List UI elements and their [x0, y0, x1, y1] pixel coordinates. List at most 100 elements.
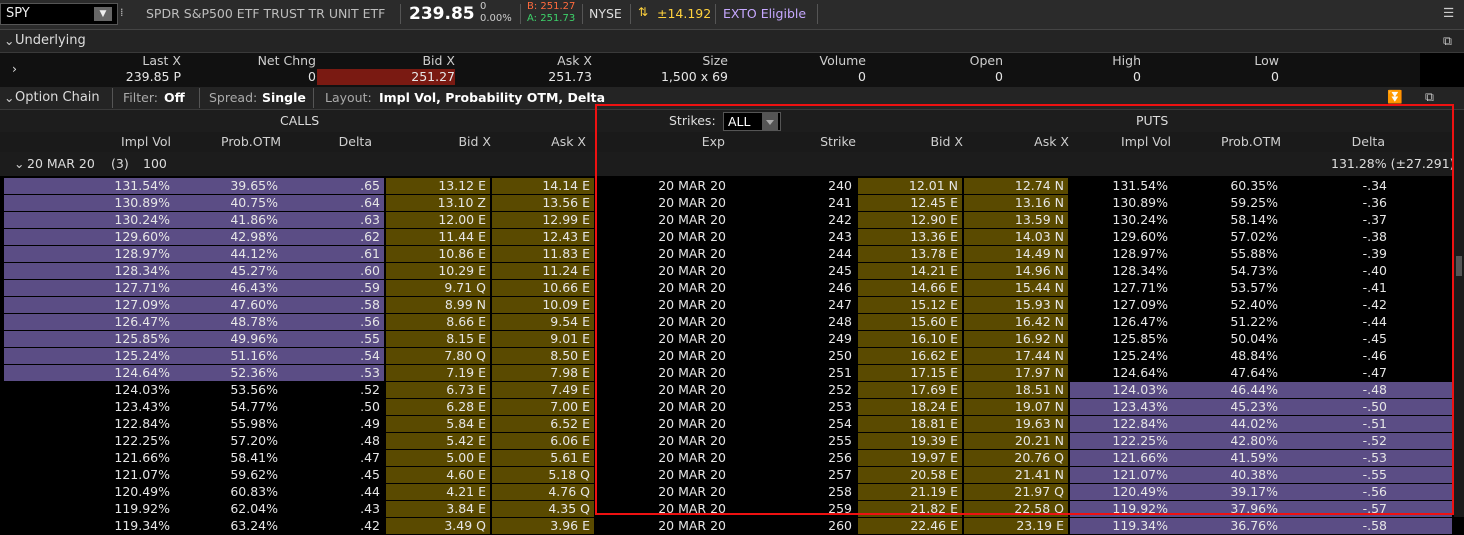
- underlying-value-8: 0: [1271, 69, 1279, 84]
- calls-col-header-3[interactable]: Bid X: [381, 134, 491, 149]
- cell-cask[interactable]: 9.01 E: [492, 331, 594, 347]
- cell-cask[interactable]: 7.00 E: [492, 399, 594, 415]
- cell-pbid[interactable]: 22.46 E: [858, 518, 962, 534]
- cell-cask[interactable]: 10.09 E: [492, 297, 594, 313]
- cell-civ: 130.89%: [4, 195, 174, 211]
- cell-cask[interactable]: 6.06 E: [492, 433, 594, 449]
- cell-cask[interactable]: 12.99 E: [492, 212, 594, 228]
- filter-label: Filter:: [123, 90, 158, 105]
- cell-cotm: 55.98%: [230, 416, 278, 431]
- link-icon[interactable]: ⁞: [120, 6, 124, 19]
- cell-cask[interactable]: 13.56 E: [492, 195, 594, 211]
- cell-cbid[interactable]: 6.73 E: [386, 382, 490, 398]
- symbol-input[interactable]: SPY ▼: [0, 3, 118, 25]
- cell-cbid[interactable]: 3.49 Q: [386, 518, 490, 534]
- cell-pdelta: -.58: [1282, 518, 1452, 534]
- cell-cbid[interactable]: 7.19 E: [386, 365, 490, 381]
- cell-cbid[interactable]: 4.21 E: [386, 484, 490, 500]
- collapse-chevron-icon[interactable]: ⌄: [4, 90, 14, 105]
- expand-chevron-icon[interactable]: ⌄: [14, 156, 24, 171]
- spread-value[interactable]: Single: [262, 90, 306, 105]
- symbol-dropdown-button[interactable]: ▼: [94, 7, 112, 21]
- cell-cdelta: .61: [282, 246, 384, 262]
- layout-value[interactable]: Impl Vol, Probability OTM, Delta: [379, 90, 605, 105]
- cell-cotm: 46.43%: [174, 280, 282, 296]
- cell-cask[interactable]: 4.35 Q: [492, 501, 594, 517]
- underlying-value-6: 0: [995, 69, 1003, 84]
- underlying-header-4: Size: [702, 53, 728, 68]
- cell-cbid[interactable]: 8.66 E: [386, 314, 490, 330]
- cell-cbid[interactable]: 5.42 E: [386, 433, 490, 449]
- cell-cbid[interactable]: 10.29 E: [386, 263, 490, 279]
- cell-civ: 119.34%: [114, 518, 170, 533]
- cell-cbid[interactable]: 3.84 E: [386, 501, 490, 517]
- filter-value[interactable]: Off: [164, 90, 185, 105]
- cell-cask[interactable]: 12.43 E: [492, 229, 594, 245]
- cell-pask[interactable]: 23.19 E: [964, 518, 1068, 534]
- cell-cask[interactable]: 7.98 E: [492, 365, 594, 381]
- calls-col-header-4[interactable]: Ask X: [476, 134, 586, 149]
- expand-chevron-icon[interactable]: ›: [12, 61, 17, 76]
- cell-cbid[interactable]: 8.15 E: [386, 331, 490, 347]
- option-row[interactable]: 119.34% 63.24% .42 3.49 Q 3.96 E 20 MAR 20 260…: [0, 518, 1452, 535]
- cell-cask[interactable]: 11.24 E: [492, 263, 594, 279]
- cell-cdelta: .54: [282, 348, 384, 364]
- bid-price: B: 251.27: [527, 1, 576, 12]
- underlying-section-header[interactable]: ⌄ Underlying ⧉: [0, 30, 1464, 53]
- cell-cbid[interactable]: 12.00 E: [386, 212, 490, 228]
- collapse-all-icon[interactable]: ⏬: [1387, 89, 1403, 105]
- popout-icon[interactable]: ⧉: [1425, 89, 1434, 105]
- ask-price: A: 251.73: [527, 13, 576, 24]
- underlying-header-6: Open: [969, 53, 1003, 68]
- cell-cbid[interactable]: 5.84 E: [386, 416, 490, 432]
- cell-cask[interactable]: 8.50 E: [492, 348, 594, 364]
- cell-cotm: 62.04%: [230, 501, 278, 516]
- cell-cbid[interactable]: 7.80 Q: [386, 348, 490, 364]
- menu-icon[interactable]: ☰: [1443, 5, 1454, 20]
- cell-cbid[interactable]: 10.86 E: [386, 246, 490, 262]
- popout-icon[interactable]: ⧉: [1443, 33, 1452, 49]
- scrollbar[interactable]: [1454, 110, 1464, 517]
- highlight-box: [595, 104, 1454, 515]
- cell-cask[interactable]: 10.66 E: [492, 280, 594, 296]
- cell-cbid[interactable]: 11.44 E: [386, 229, 490, 245]
- cell-cdelta: .44: [360, 484, 380, 499]
- underlying-value-2: 251.27: [317, 69, 455, 85]
- cell-cask[interactable]: 14.14 E: [492, 178, 594, 194]
- cell-cotm: 53.56%: [230, 382, 278, 397]
- scrollbar-thumb[interactable]: [1456, 256, 1462, 276]
- cell-cbid[interactable]: 6.28 E: [386, 399, 490, 415]
- divider: [817, 4, 818, 24]
- cell-civ: 122.84%: [114, 416, 170, 431]
- cell-cbid[interactable]: 8.99 N: [386, 297, 490, 313]
- cell-cask[interactable]: 7.49 E: [492, 382, 594, 398]
- cell-cask[interactable]: 6.52 E: [492, 416, 594, 432]
- cell-cbid[interactable]: 5.00 E: [386, 450, 490, 466]
- cell-cbid[interactable]: 4.60 E: [386, 467, 490, 483]
- cell-civ: 125.24%: [4, 348, 174, 364]
- cell-cask[interactable]: 11.83 E: [492, 246, 594, 262]
- cell-cbid[interactable]: 13.12 E: [386, 178, 490, 194]
- cell-cdelta: .58: [282, 297, 384, 313]
- calls-col-header-0[interactable]: Impl Vol: [61, 134, 171, 149]
- cell-cotm: 47.60%: [174, 297, 282, 313]
- cell-cask[interactable]: 5.18 Q: [492, 467, 594, 483]
- cell-piv: 119.34%: [1070, 518, 1172, 534]
- calls-col-header-2[interactable]: Delta: [262, 134, 372, 149]
- symbol-toolbar: SPY ▼ ⁞ SPDR S&P500 ETF TRUST TR UNIT ET…: [0, 0, 1464, 30]
- cell-cotm: 44.12%: [174, 246, 282, 262]
- cell-cask[interactable]: 5.61 E: [492, 450, 594, 466]
- cell-cask[interactable]: 3.96 E: [492, 518, 594, 534]
- cell-cask[interactable]: 4.76 Q: [492, 484, 594, 500]
- cell-cask[interactable]: 9.54 E: [492, 314, 594, 330]
- cell-cdelta: .52: [360, 382, 380, 397]
- cell-civ: 129.60%: [4, 229, 174, 245]
- spread-label: Spread:: [209, 90, 258, 105]
- underlying-value-1: 0: [308, 69, 316, 84]
- collapse-chevron-icon[interactable]: ⌄: [4, 33, 14, 48]
- cell-cbid[interactable]: 13.10 Z: [386, 195, 490, 211]
- cell-strike: 260: [828, 518, 852, 533]
- underlying-header-3: Ask X: [557, 53, 592, 68]
- cell-cbid[interactable]: 9.71 Q: [386, 280, 490, 296]
- cell-civ: 125.85%: [4, 331, 174, 347]
